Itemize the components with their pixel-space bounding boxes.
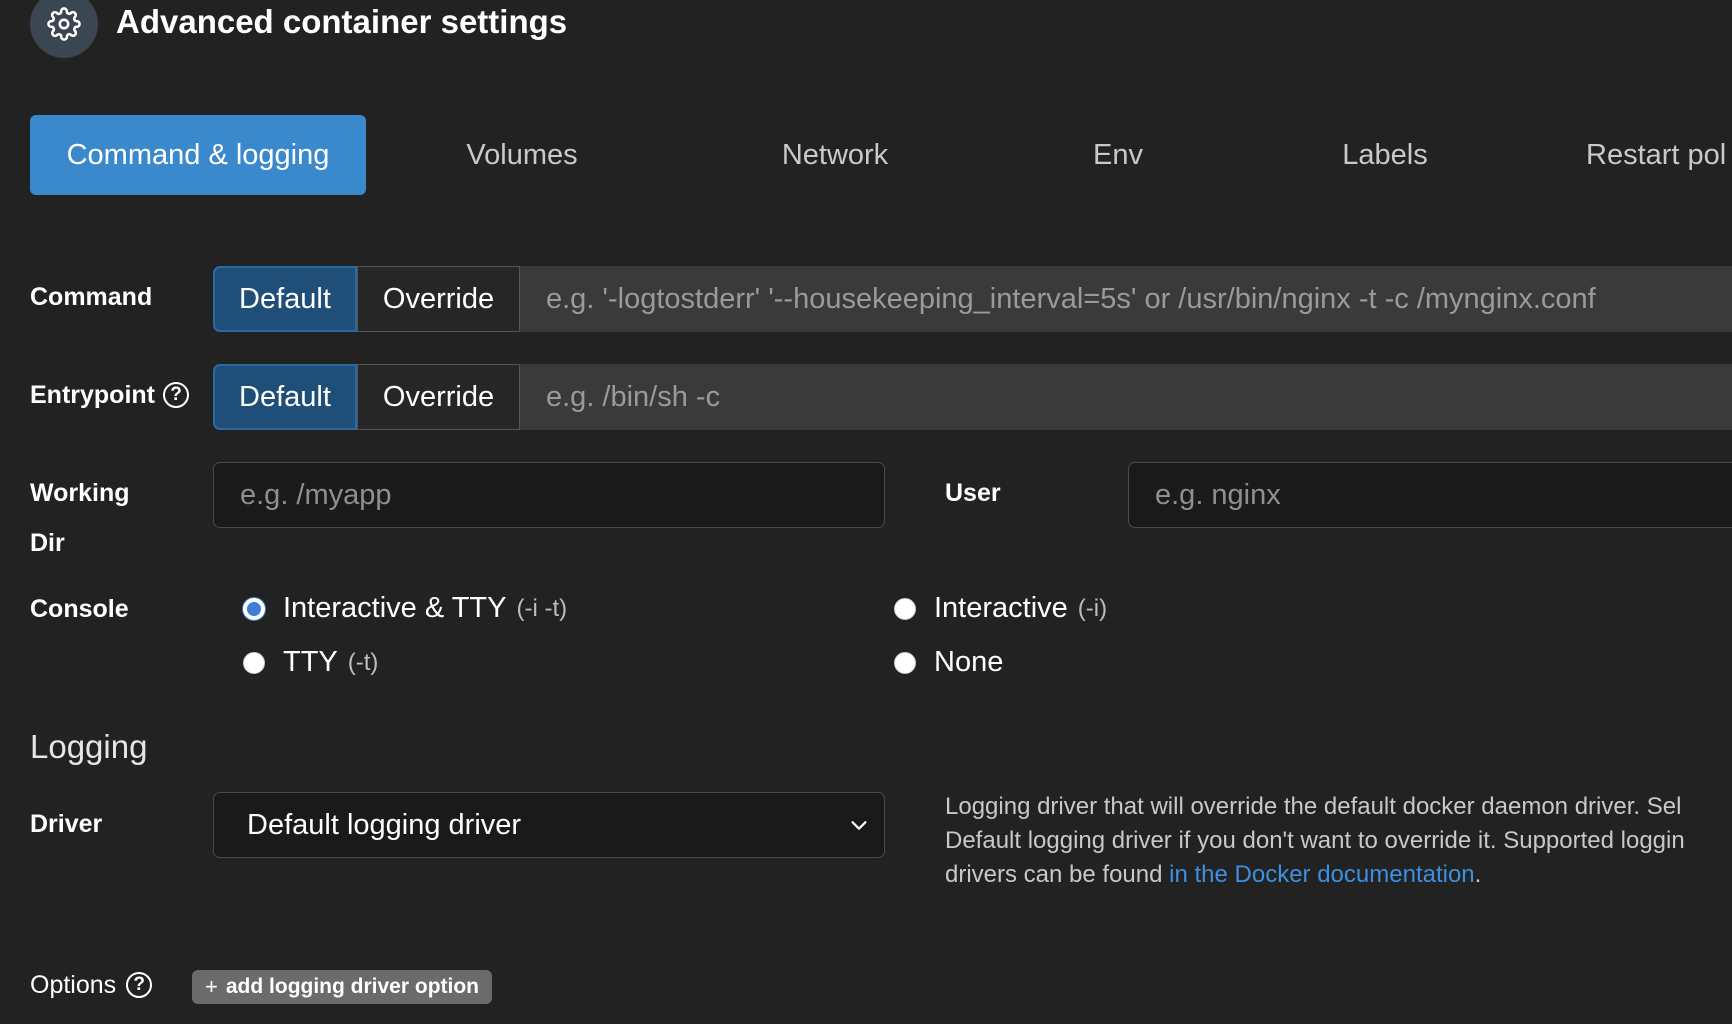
command-label: Command (30, 283, 153, 311)
option-label: Interactive (934, 592, 1068, 624)
driver-label: Driver (30, 810, 103, 838)
command-override-button[interactable]: Override (357, 266, 520, 332)
console-option-tty[interactable]: TTY (-t) (243, 646, 378, 679)
user-input[interactable]: e.g. nginx (1128, 462, 1732, 528)
console-option-interactive-tty[interactable]: Interactive & TTY (-i -t) (243, 592, 567, 625)
tab-env[interactable]: Env (1028, 115, 1208, 195)
tab-volumes[interactable]: Volumes (432, 115, 612, 195)
option-label: TTY (283, 646, 338, 678)
working-dir-label-line1: Working (30, 479, 130, 507)
add-option-label: add logging driver option (225, 975, 480, 998)
working-dir-label-line2: Dir (30, 529, 65, 557)
radio-checked[interactable] (243, 597, 265, 620)
logging-driver-select[interactable]: Default logging driver (213, 792, 885, 858)
settings-header-icon (30, 0, 98, 58)
page-title: Advanced container settings (116, 3, 568, 40)
tab-labels[interactable]: Labels (1295, 115, 1475, 195)
option-flag: (-i -t) (516, 594, 568, 622)
option-label: None (934, 646, 1004, 678)
radio-unchecked[interactable] (894, 651, 916, 674)
logging-driver-value: Default logging driver (247, 808, 522, 841)
option-flag: (-t) (347, 648, 379, 676)
help-line-3: drivers can be found in the Docker docum… (945, 858, 1732, 892)
console-option-interactive[interactable]: Interactive (-i) (894, 592, 1107, 625)
chevron-down-icon (851, 821, 867, 830)
tab-restart-policy[interactable]: Restart pol (1586, 115, 1732, 195)
help-icon[interactable]: ? (126, 972, 153, 998)
options-label: Options (30, 971, 117, 999)
docker-docs-link[interactable]: in the Docker documentation (1169, 861, 1475, 888)
tab-network[interactable]: Network (745, 115, 925, 195)
logging-section-title: Logging (30, 728, 148, 765)
option-flag: (-i) (1077, 594, 1108, 622)
logging-driver-help: Logging driver that will override the de… (945, 790, 1732, 892)
radio-unchecked[interactable] (243, 651, 265, 674)
options-label-group: Options ? (30, 968, 153, 1002)
command-input[interactable]: e.g. '-logtostderr' '--housekeeping_inte… (520, 266, 1732, 332)
entrypoint-default-button[interactable]: Default (213, 364, 357, 430)
working-dir-input[interactable]: e.g. /myapp (213, 462, 885, 528)
help-line-2: Default logging driver if you don't want… (945, 827, 1685, 854)
option-label: Interactive & TTY (283, 592, 507, 624)
entrypoint-input[interactable]: e.g. /bin/sh -c (520, 364, 1732, 430)
command-default-button[interactable]: Default (213, 266, 357, 332)
user-label: User (945, 479, 1001, 507)
working-dir-label: Working Dir (30, 476, 130, 560)
entrypoint-override-button[interactable]: Override (357, 364, 520, 430)
entrypoint-label-group: Entrypoint ? (30, 378, 189, 412)
help-line-1: Logging driver that will override the de… (945, 793, 1682, 820)
help-icon[interactable]: ? (163, 382, 189, 408)
console-option-none[interactable]: None (894, 646, 1003, 679)
console-label: Console (30, 595, 129, 623)
add-logging-option-button[interactable]: + add logging driver option (192, 970, 493, 1004)
plus-icon: + (205, 974, 218, 999)
help-line-3-prefix: drivers can be found (945, 861, 1170, 888)
gear-icon (47, 7, 81, 41)
radio-unchecked[interactable] (894, 597, 916, 620)
entrypoint-label: Entrypoint (30, 381, 155, 409)
tab-command-logging[interactable]: Command & logging (30, 115, 366, 195)
help-line-3-suffix: . (1474, 861, 1482, 888)
